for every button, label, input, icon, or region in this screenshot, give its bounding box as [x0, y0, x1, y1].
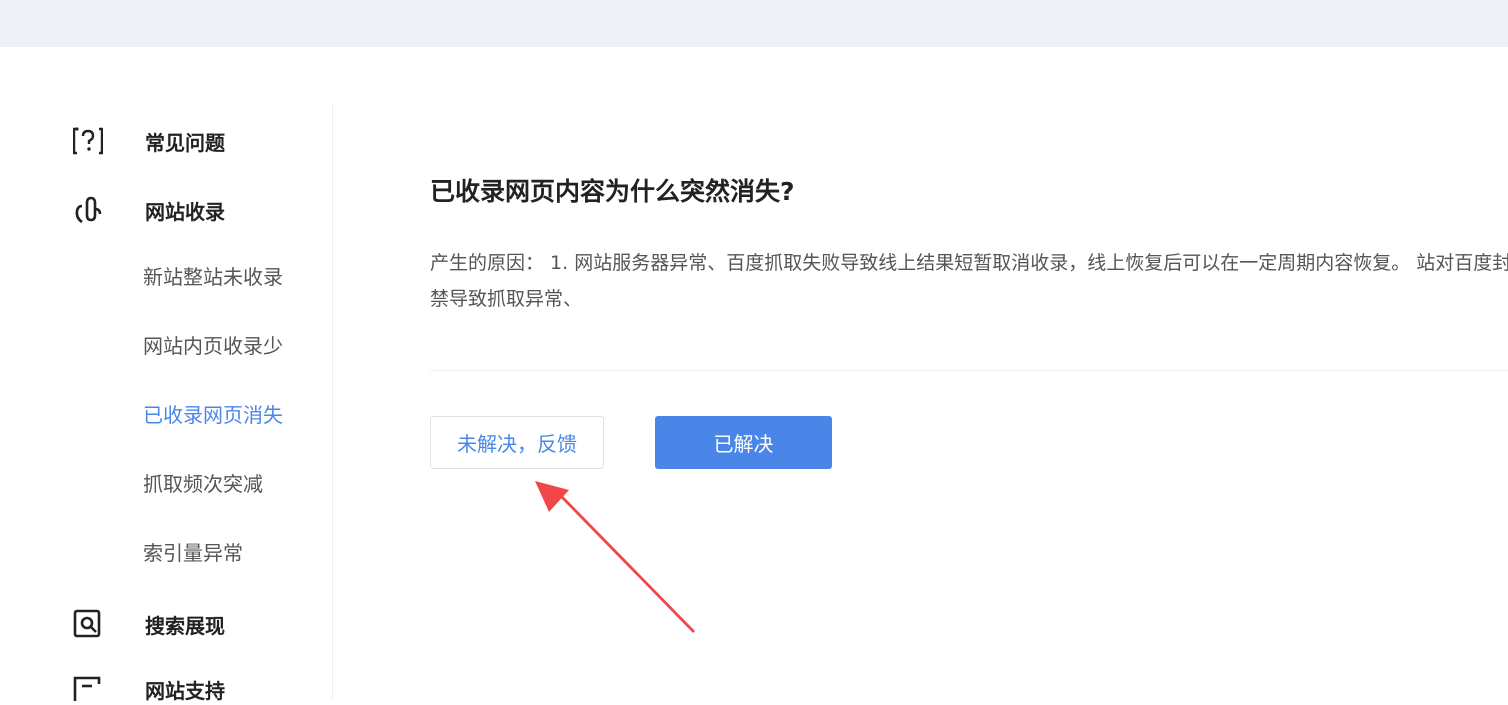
sidebar-section-faq[interactable]: 常见问题	[73, 125, 225, 157]
sidebar-section-label: 常见问题	[145, 130, 225, 155]
top-bar	[0, 0, 1508, 47]
sidebar-item-indexed-pages-disappeared[interactable]: 已收录网页消失	[143, 400, 283, 430]
site-support-icon	[73, 674, 103, 704]
content-divider	[430, 370, 1508, 371]
sidebar-section-label: 网站收录	[145, 199, 225, 224]
sidebar-item-index-anomaly[interactable]: 索引量异常	[143, 538, 243, 568]
search-display-icon	[73, 609, 103, 639]
sidebar-section-site-indexing[interactable]: 网站收录	[73, 194, 225, 226]
sidebar-item-crawl-frequency-drop[interactable]: 抓取频次突减	[143, 469, 263, 499]
resolved-button[interactable]: 已解决	[655, 416, 832, 469]
main-content: 已收录网页内容为什么突然消失? 产生的原因： 1. 网站服务器异常、百度抓取失败…	[333, 47, 1508, 698]
help-question-icon	[73, 126, 103, 156]
page-title: 已收录网页内容为什么突然消失?	[430, 177, 795, 206]
link-icon	[73, 195, 103, 225]
sidebar-section-label: 网站支持	[145, 678, 225, 703]
sidebar-item-new-site-not-indexed[interactable]: 新站整站未收录	[143, 262, 283, 292]
sidebar-section-label: 搜索展现	[145, 613, 225, 638]
sidebar-section-site-support[interactable]: 网站支持	[73, 673, 225, 705]
sidebar-section-search-display[interactable]: 搜索展现	[73, 608, 225, 640]
answer-description: 产生的原因： 1. 网站服务器异常、百度抓取失败导致线上结果短暂取消收录，线上恢…	[430, 252, 1508, 310]
unresolved-feedback-button[interactable]: 未解决，反馈	[430, 416, 604, 469]
sidebar-item-few-inner-pages[interactable]: 网站内页收录少	[143, 331, 283, 361]
